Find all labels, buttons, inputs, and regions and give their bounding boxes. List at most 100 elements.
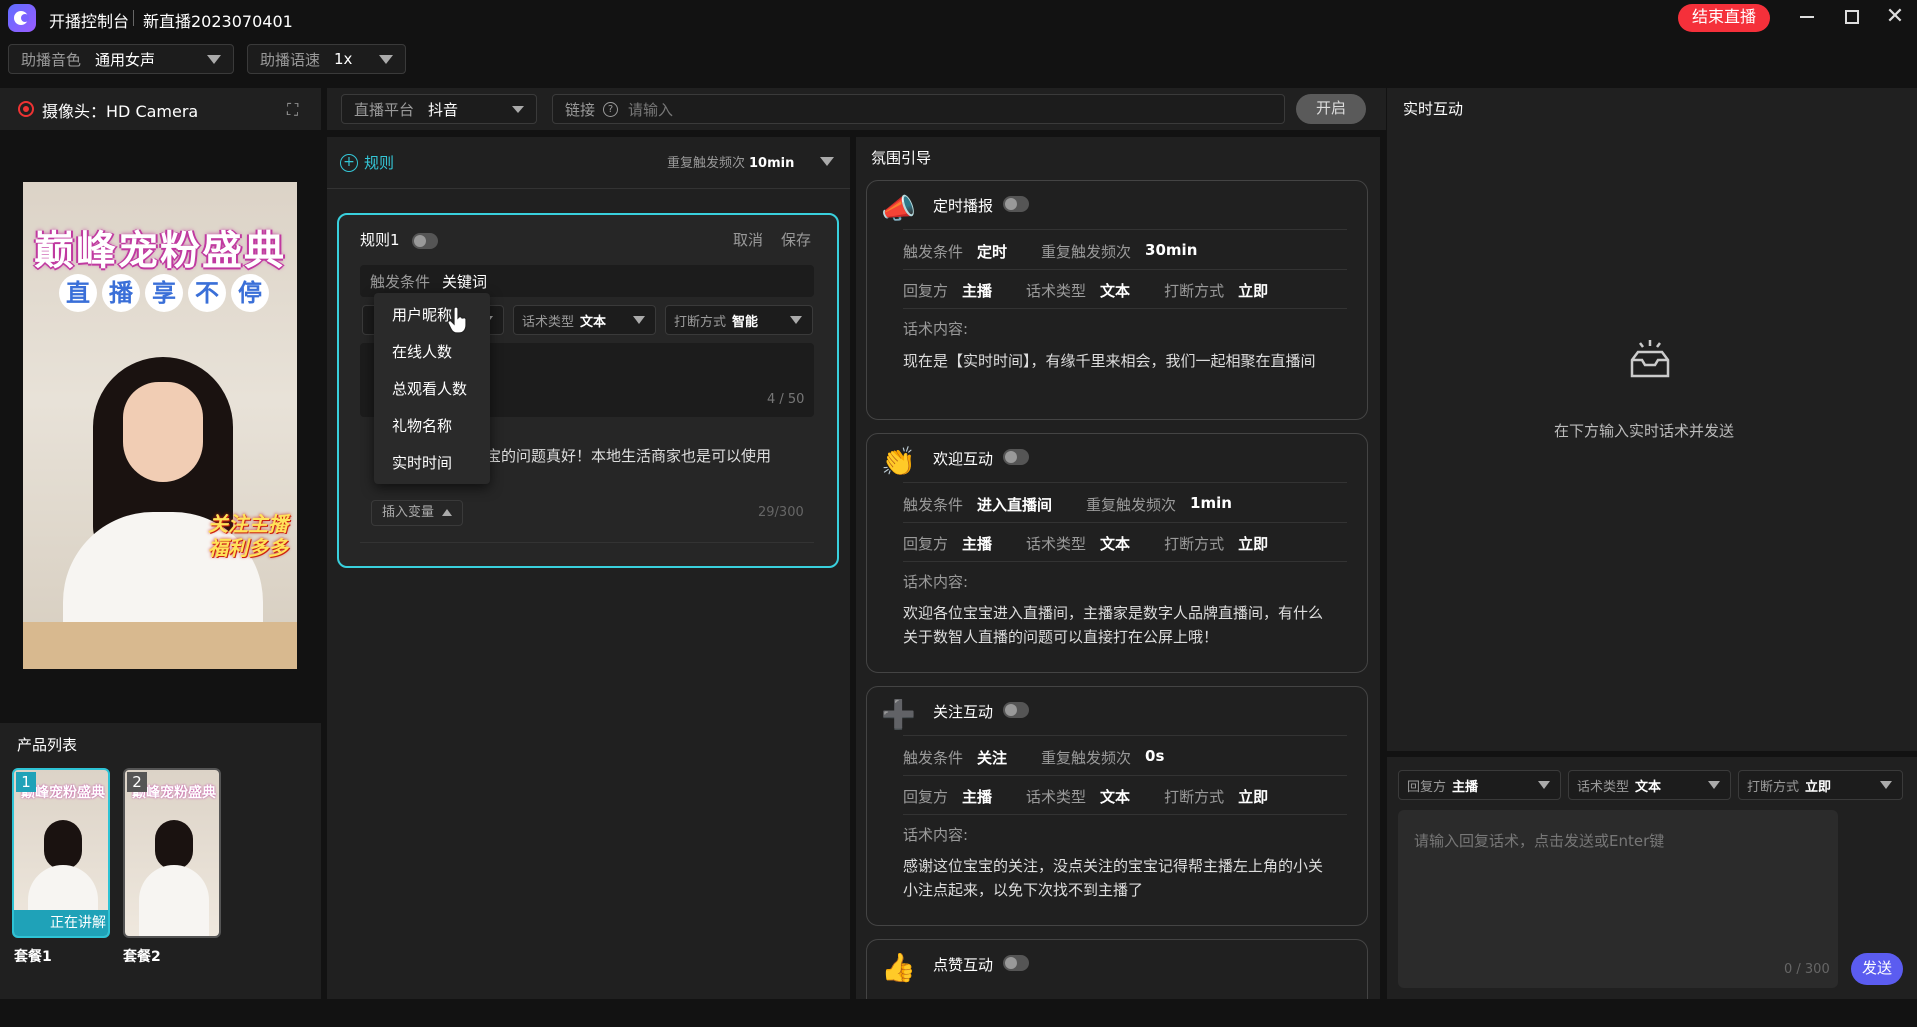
card-trigger-row: 触发条件 定时 重复触发频次 30min bbox=[903, 241, 1231, 262]
interrupt-label: 打断方式 bbox=[1164, 282, 1225, 300]
type-value: 文本 bbox=[1635, 779, 1662, 795]
atmosphere-title: 氛围引导 bbox=[871, 149, 932, 167]
freq-value: 1min bbox=[1190, 494, 1232, 512]
card-divider bbox=[903, 482, 1347, 483]
dropdown-item-time[interactable]: 实时时间 bbox=[374, 445, 490, 482]
reply-label: 回复方 bbox=[903, 282, 949, 300]
rt-type-select[interactable]: 话术类型 文本 bbox=[1568, 770, 1731, 800]
send-button[interactable]: 发送 bbox=[1851, 953, 1903, 985]
content-text: 现在是【实时时间】，有缘千里来相会，我们一起相聚在直播间 bbox=[903, 352, 1316, 370]
atmosphere-card-like: 👍 点赞互动 bbox=[866, 939, 1368, 999]
interrupt-label: 打断方式 bbox=[674, 314, 727, 330]
atmosphere-card-welcome: 👏 欢迎互动 触发条件 进入直播间 重复触发频次 1min 回复方 主播 话术类型 文本… bbox=[866, 433, 1368, 673]
add-rule-label: 规则 bbox=[364, 154, 395, 172]
freq-value: 0s bbox=[1145, 747, 1165, 765]
platform-select[interactable]: 直播平台 抖音 bbox=[341, 94, 537, 124]
product-thumbnail bbox=[44, 820, 82, 870]
app-logo-icon bbox=[8, 4, 36, 32]
platform-label: 直播平台 bbox=[354, 100, 415, 119]
app-title: 开播控制台 bbox=[49, 12, 130, 31]
dropdown-item-online[interactable]: 在线人数 bbox=[374, 334, 490, 371]
card-title: 定时播报 bbox=[933, 197, 994, 215]
dropdown-item-total-viewers[interactable]: 总观看人数 bbox=[374, 371, 490, 408]
interrupt-label: 打断方式 bbox=[1747, 779, 1800, 795]
preview-subtitle-char: 直 bbox=[59, 274, 97, 312]
add-rule-button[interactable]: + 规则 bbox=[340, 152, 394, 173]
trigger-value: 关注 bbox=[977, 749, 1008, 767]
card-reply-row: 回复方 主播 话术类型 文本 打断方式 立即 bbox=[903, 280, 1302, 301]
product-card-1[interactable]: 巅峰宠粉盛典 1 正在讲解 bbox=[12, 768, 110, 938]
type-label: 话术类型 bbox=[1026, 788, 1087, 806]
link-input[interactable]: 链接 ? 请输入 bbox=[552, 94, 1285, 124]
speed-label: 助播语速 bbox=[260, 50, 321, 69]
rule-toggle[interactable] bbox=[412, 232, 439, 249]
record-icon bbox=[18, 101, 34, 117]
reply-label: 回复方 bbox=[903, 788, 949, 806]
rt-interrupt-select[interactable]: 打断方式 立即 bbox=[1738, 770, 1903, 800]
type-select[interactable]: 话术类型 文本 bbox=[513, 305, 656, 335]
trigger-value: 关键词 bbox=[442, 272, 488, 291]
preview-badge: 关注主播 福利多多 bbox=[178, 512, 288, 560]
interrupt-value: 立即 bbox=[1238, 282, 1269, 300]
speed-select[interactable]: 助播语速 1x bbox=[247, 44, 406, 74]
card-divider bbox=[903, 308, 1347, 309]
type-label: 话术类型 bbox=[1026, 535, 1087, 553]
card-divider bbox=[903, 561, 1347, 562]
interrupt-label: 打断方式 bbox=[1164, 788, 1225, 806]
keyword-count: 4 / 50 bbox=[767, 392, 805, 407]
preview-subtitle-char: 停 bbox=[231, 274, 269, 312]
type-value: 文本 bbox=[1100, 788, 1131, 806]
dropdown-item-nickname[interactable]: 用户昵称 bbox=[374, 297, 490, 334]
rule-title: 规则1 bbox=[360, 229, 439, 250]
rule-title-text: 规则1 bbox=[360, 231, 400, 249]
insert-variable-button[interactable]: 插入变量 bbox=[371, 500, 464, 526]
close-icon[interactable]: ✕ bbox=[1885, 6, 1905, 28]
minimize-icon[interactable] bbox=[1800, 16, 1814, 18]
product-number: 1 bbox=[16, 772, 36, 792]
save-button[interactable]: 保存 bbox=[781, 229, 811, 250]
trigger-label: 触发条件 bbox=[370, 272, 431, 291]
trigger-label: 触发条件 bbox=[903, 243, 964, 261]
cancel-button[interactable]: 取消 bbox=[733, 229, 763, 250]
card-divider bbox=[903, 269, 1347, 270]
chevron-down-icon bbox=[207, 55, 221, 64]
chevron-down-icon[interactable] bbox=[820, 157, 834, 166]
chevron-down-icon bbox=[1880, 781, 1892, 789]
card-toggle[interactable] bbox=[1003, 449, 1029, 465]
voice-label: 助播音色 bbox=[21, 50, 82, 69]
realtime-title: 实时互动 bbox=[1403, 100, 1464, 118]
chevron-down-icon bbox=[790, 316, 802, 324]
thumbs-up-icon: 👍 bbox=[881, 951, 916, 984]
rule-card-divider bbox=[360, 542, 814, 543]
bottom-bar bbox=[0, 999, 1917, 1027]
explaining-badge: 正在讲解 bbox=[14, 910, 108, 936]
help-icon[interactable]: ? bbox=[603, 101, 619, 117]
maximize-icon[interactable] bbox=[1845, 10, 1859, 24]
voice-select[interactable]: 助播音色 通用女声 bbox=[8, 44, 234, 74]
card-trigger-row: 触发条件 进入直播间 重复触发频次 1min bbox=[903, 494, 1266, 515]
interrupt-label: 打断方式 bbox=[1164, 535, 1225, 553]
dropdown-item-gift[interactable]: 礼物名称 bbox=[374, 408, 490, 445]
card-reply-row: 回复方 主播 话术类型 文本 打断方式 立即 bbox=[903, 533, 1302, 554]
follow-plus-icon: ➕ bbox=[881, 698, 916, 731]
reply-value: 主播 bbox=[962, 282, 993, 300]
card-toggle[interactable] bbox=[1003, 702, 1029, 718]
card-divider bbox=[903, 522, 1347, 523]
content-label: 话术内容: bbox=[903, 573, 969, 591]
rt-reply-select[interactable]: 回复方 主播 bbox=[1398, 770, 1561, 800]
end-live-button[interactable]: 结束直播 bbox=[1678, 4, 1770, 32]
product-card-2[interactable]: 巅峰宠粉盛典 2 bbox=[123, 768, 221, 938]
type-label: 话术类型 bbox=[1577, 779, 1630, 795]
live-preview: 巅峰宠粉盛典 直 播 享 不 停 关注主播 福利多多 bbox=[23, 182, 297, 669]
open-button[interactable]: 开启 bbox=[1296, 94, 1366, 124]
fullscreen-icon[interactable]: ⛶ bbox=[287, 100, 298, 120]
card-toggle[interactable] bbox=[1003, 196, 1029, 212]
badge-line1: 关注主播 bbox=[208, 512, 288, 536]
interrupt-select[interactable]: 打断方式 智能 bbox=[665, 305, 813, 335]
rule-freq-select[interactable]: 重复触发频次 10min bbox=[667, 152, 794, 171]
chevron-down-icon bbox=[379, 55, 393, 64]
link-placeholder: 请输入 bbox=[628, 100, 674, 119]
realtime-input[interactable]: 请输入回复话术，点击发送或Enter键 bbox=[1398, 810, 1838, 988]
card-toggle[interactable] bbox=[1003, 955, 1029, 971]
trigger-label: 触发条件 bbox=[903, 496, 964, 514]
